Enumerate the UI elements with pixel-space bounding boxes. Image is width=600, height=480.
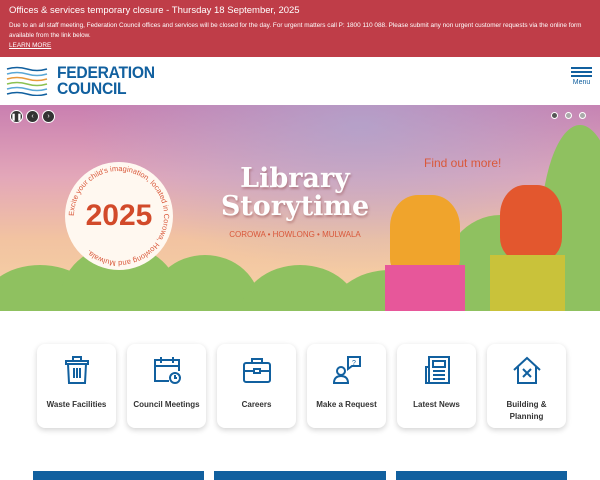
hero-towns: COROWA • HOWLONG • MULWALA (229, 230, 361, 239)
tile-building-planning[interactable]: Building & Planning (487, 344, 566, 428)
tile-latest-news[interactable]: Latest News (397, 344, 476, 428)
quick-links: Waste Facilities Council Meetings Career… (37, 344, 566, 428)
alert-title: Offices & services temporary closure - T… (9, 5, 300, 16)
svg-text:?: ? (352, 360, 356, 367)
tile-label: Waste Facilities (46, 400, 107, 409)
circle-text-ring: Excite your child's imagination, located… (67, 164, 171, 268)
find-out-more-link[interactable]: Find out more! (424, 156, 501, 170)
menu-label: Menu (572, 79, 591, 86)
slide-dot-3[interactable] (579, 112, 586, 119)
tile-label: Make a Request (316, 400, 377, 409)
pause-icon: ❚❚ (10, 113, 23, 121)
chevron-left-icon: ‹ (31, 113, 34, 120)
next-slide-button[interactable]: › (42, 110, 55, 123)
giraffe-illustration (390, 195, 460, 275)
yellow-book (490, 255, 565, 311)
hero-title-line2: Storytime (220, 191, 370, 222)
prev-slide-button[interactable]: ‹ (26, 110, 39, 123)
logo-waves-icon (6, 66, 48, 96)
chevron-right-icon: › (47, 113, 50, 120)
svg-text:Excite your child's imaginatio: Excite your child's imagination, located… (67, 164, 171, 268)
hero-carousel[interactable]: ❚❚ ‹ › Excite your child's imagination, … (0, 105, 600, 311)
pink-book (385, 265, 465, 311)
alert-body: Due to an all staff meeting, Federation … (9, 22, 582, 39)
slide-dot-2[interactable] (565, 112, 572, 119)
tile-label: Latest News (413, 400, 460, 409)
fox-illustration (500, 185, 562, 260)
hero-title: Library Storytime (215, 165, 375, 221)
feature-panel-2[interactable] (214, 471, 386, 480)
learn-more-link[interactable]: LEARN MORE (9, 42, 591, 49)
house-tools-icon (512, 356, 541, 384)
logo-line2: COUNCIL (57, 79, 127, 98)
logo[interactable]: FEDERATION COUNCIL (6, 64, 163, 98)
hamburger-icon (571, 67, 592, 77)
newspaper-icon (424, 356, 450, 384)
tile-waste-facilities[interactable]: Waste Facilities (37, 344, 116, 428)
pause-button[interactable]: ❚❚ (10, 110, 23, 123)
tile-label: Building & Planning (506, 400, 547, 421)
slide-dot-1[interactable] (551, 112, 558, 119)
site-header: FEDERATION COUNCIL Menu (0, 57, 600, 105)
menu-button[interactable]: Menu (571, 67, 592, 86)
tile-label: Council Meetings (133, 400, 200, 409)
tile-make-a-request[interactable]: ? Make a Request (307, 344, 386, 428)
tile-council-meetings[interactable]: Council Meetings (127, 344, 206, 428)
calendar-clock-icon (153, 357, 181, 384)
feature-panel-1[interactable] (33, 471, 204, 480)
alert-banner: Offices & services temporary closure - T… (0, 0, 600, 57)
briefcase-icon (242, 358, 271, 383)
tile-label: Careers (241, 400, 272, 409)
hero-title-line1: Library (240, 163, 350, 194)
tile-careers[interactable]: Careers (217, 344, 296, 428)
year-badge: Excite your child's imagination, located… (65, 162, 173, 270)
person-question-icon: ? (332, 356, 361, 384)
trash-icon (64, 356, 89, 384)
feature-panel-3[interactable] (396, 471, 567, 480)
